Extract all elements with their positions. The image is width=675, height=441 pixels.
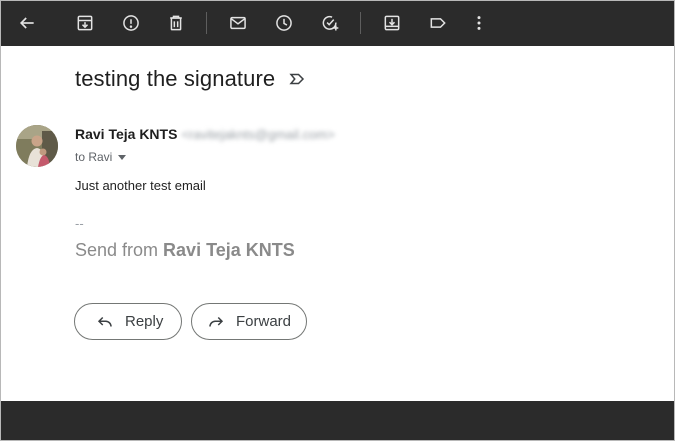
sender-row: Ravi Teja KNTS <ravitejaknts@gmail.com>	[75, 126, 335, 142]
sender-email: <ravitejaknts@gmail.com>	[181, 126, 335, 142]
add-to-tasks-icon[interactable]	[318, 11, 342, 35]
recipients-label: to Ravi	[75, 150, 113, 164]
recipients-toggle[interactable]: to Ravi	[75, 150, 127, 164]
email-subject: testing the signature	[75, 66, 276, 91]
report-spam-icon[interactable]	[119, 11, 143, 35]
forward-arrow-icon	[206, 312, 226, 332]
toolbar-divider	[360, 12, 361, 34]
labels-icon[interactable]	[426, 11, 450, 35]
signature-separator: --	[75, 216, 84, 231]
more-options-icon[interactable]	[467, 11, 491, 35]
bottom-bar	[1, 401, 674, 440]
reply-arrow-icon	[95, 312, 115, 332]
signature-name: Ravi Teja KNTS	[163, 240, 295, 260]
signature: Send from Ravi Teja KNTS	[75, 240, 295, 261]
sender-avatar[interactable]	[16, 125, 58, 167]
archive-icon[interactable]	[73, 11, 97, 35]
forward-label: Forward	[236, 313, 292, 330]
importance-label-icon[interactable]	[288, 70, 306, 88]
signature-prefix: Send from	[75, 240, 164, 260]
reply-label: Reply	[125, 313, 164, 330]
back-arrow-icon[interactable]	[15, 11, 39, 35]
mark-unread-icon[interactable]	[226, 11, 250, 35]
subject-row: testing the signature	[75, 66, 306, 92]
toolbar-divider	[206, 12, 207, 34]
move-to-icon[interactable]	[380, 11, 404, 35]
delete-icon[interactable]	[164, 11, 188, 35]
sender-name[interactable]: Ravi Teja KNTS	[75, 126, 177, 142]
snooze-icon[interactable]	[272, 11, 296, 35]
email-body: Just another test email	[75, 178, 206, 193]
top-toolbar	[1, 1, 674, 46]
forward-button[interactable]: Forward	[191, 303, 307, 340]
reply-button[interactable]: Reply	[74, 303, 182, 340]
chevron-down-icon[interactable]	[118, 154, 127, 160]
